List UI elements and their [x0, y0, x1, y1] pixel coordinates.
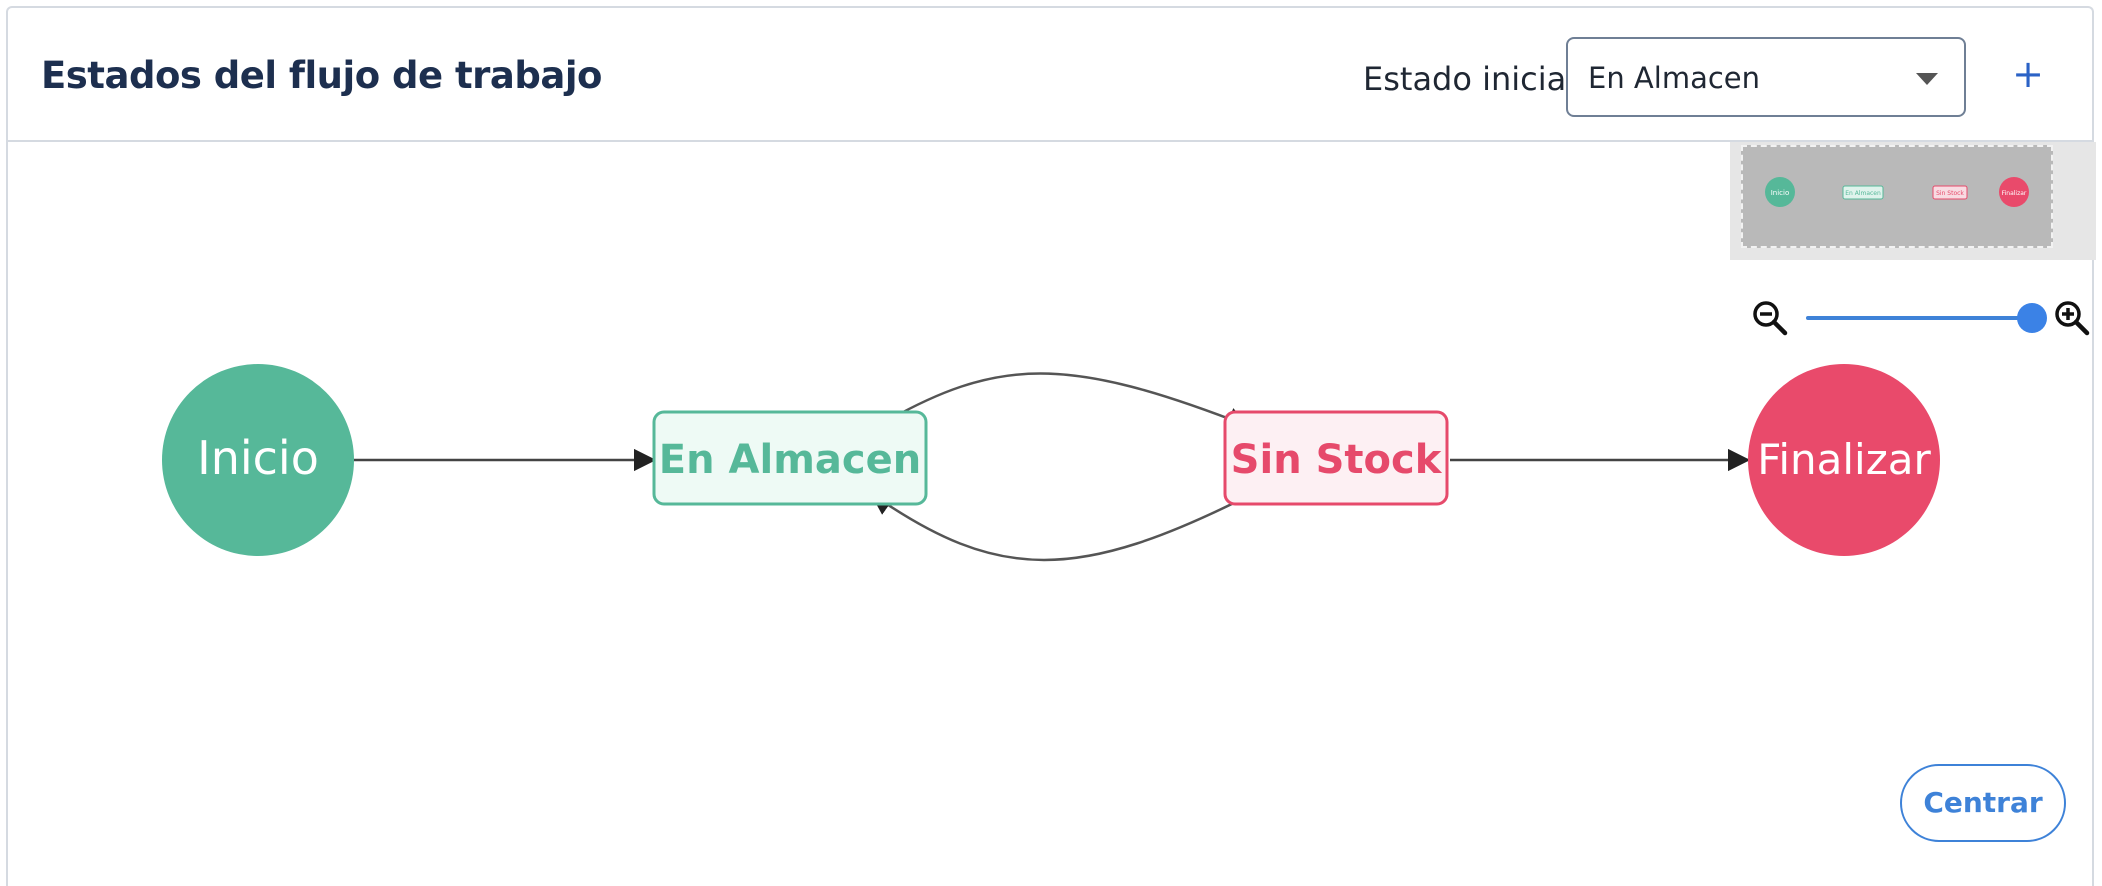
node-en-almacen-label: En Almacen: [659, 437, 921, 483]
center-button[interactable]: Centrar: [1900, 764, 2066, 842]
minimap-label-sin-stock: Sin Stock: [1936, 190, 1964, 197]
node-inicio[interactable]: Inicio: [162, 364, 354, 556]
zoom-out-icon[interactable]: [1752, 300, 1788, 340]
initial-state-value: En Almacen: [1588, 61, 1761, 95]
workflow-canvas[interactable]: Inicio En Almacen Sin Stock Finalizar In…: [8, 142, 2096, 862]
node-inicio-label: Inicio: [197, 431, 319, 485]
minimap-label-en-almacen: En Almacen: [1845, 190, 1881, 197]
page-title: Estados del flujo de trabajo: [41, 54, 602, 97]
add-state-button[interactable]: +: [2010, 55, 2046, 94]
panel-header: Estados del flujo de trabajo Estado inic…: [8, 8, 2092, 142]
minimap-label-inicio: Inicio: [1771, 189, 1790, 197]
node-finalizar-label: Finalizar: [1757, 435, 1931, 484]
minimap-label-finalizar: Finalizar: [2002, 190, 2027, 197]
workflow-states-panel: Estados del flujo de trabajo Estado inic…: [6, 6, 2096, 886]
initial-state-select[interactable]: En Almacen: [1566, 37, 1966, 117]
initial-state-label: Estado inicial:: [1363, 60, 1586, 98]
chevron-down-icon: [1916, 73, 1938, 85]
node-en-almacen[interactable]: En Almacen: [652, 410, 928, 506]
node-sin-stock[interactable]: Sin Stock: [1223, 410, 1449, 506]
zoom-slider-handle[interactable]: [2017, 303, 2047, 333]
node-sin-stock-label: Sin Stock: [1231, 437, 1443, 483]
zoom-slider[interactable]: [1806, 303, 2047, 333]
edge-en-almacen-sin-stock[interactable]: [877, 372, 1251, 430]
minimap[interactable]: Inicio En Almacen Sin Stock Finalizar: [1730, 142, 2096, 260]
minimap-viewport[interactable]: Inicio En Almacen Sin Stock Finalizar: [1741, 145, 2053, 248]
zoom-in-icon[interactable]: [2054, 300, 2090, 340]
edge-sin-stock-en-almacen[interactable]: [870, 492, 1253, 562]
minimap-diagram: Inicio En Almacen Sin Stock Finalizar: [1765, 177, 2029, 207]
node-finalizar[interactable]: Finalizar: [1748, 364, 1940, 556]
